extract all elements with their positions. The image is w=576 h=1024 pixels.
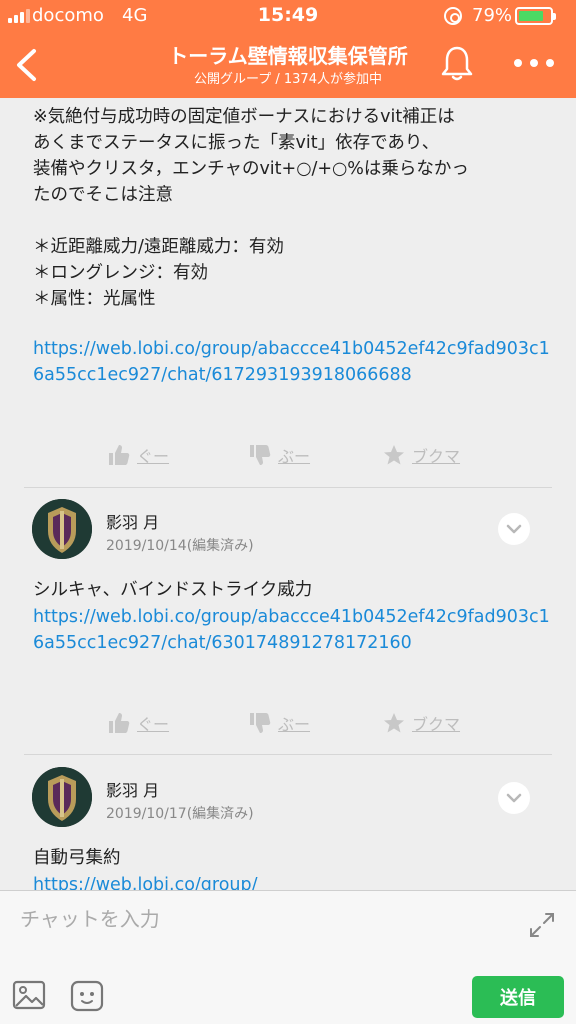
like-button[interactable]: ぐー [107, 708, 169, 738]
message-actions: ぐー ぶー ブクマ [0, 708, 576, 738]
group-title: トーラム壁情報収集保管所 [168, 44, 408, 68]
message-date: 2019/10/14(編集済み) [106, 538, 254, 554]
message-text: 自動弓集約 [33, 848, 121, 868]
message-link[interactable]: https://web.lobi.co/group/abaccce41b0452… [33, 336, 553, 388]
bell-icon[interactable] [440, 44, 474, 82]
bookmark-button[interactable]: ブクマ [382, 440, 460, 470]
message-text: ※気絶付与成功時の固定値ボーナスにおけるvit補正は あくまでステータスに振った… [33, 107, 469, 309]
app-header: docomo 4G 15:49 79% トーラム壁情報収集保管所 公開グループ … [0, 0, 576, 98]
orientation-lock-icon [444, 7, 462, 25]
chat-input-bar: 送信 [0, 890, 576, 1024]
crest-avatar-icon [32, 499, 92, 559]
avatar[interactable] [32, 499, 92, 559]
send-button[interactable]: 送信 [472, 976, 564, 1018]
expand-icon[interactable] [528, 911, 556, 939]
divider [24, 754, 552, 755]
message-link[interactable]: https://web.lobi.co/group/abaccce41b0452… [33, 604, 553, 656]
bookmark-button[interactable]: ブクマ [382, 708, 460, 738]
chevron-down-icon [506, 524, 522, 534]
more-icon[interactable] [514, 56, 554, 70]
divider [24, 487, 552, 488]
thumbs-down-icon [250, 445, 271, 465]
chat-timeline[interactable]: ※気絶付与成功時の固定値ボーナスにおけるvit補正は あくまでステータスに振った… [0, 98, 576, 890]
back-icon[interactable] [12, 48, 42, 82]
image-icon[interactable] [12, 980, 46, 1010]
chevron-down-icon [506, 793, 522, 803]
avatar[interactable] [32, 767, 92, 827]
message-link[interactable]: https://web.lobi.co/group/ [33, 872, 553, 890]
message-menu-button[interactable] [498, 782, 530, 814]
star-icon [384, 445, 404, 465]
message-text: シルキャ、バインドストライク威力 [33, 580, 313, 600]
author-name[interactable]: 影羽 月 [106, 777, 159, 801]
crest-avatar-icon [32, 767, 92, 827]
status-bar: docomo 4G 15:49 79% [0, 0, 576, 32]
dislike-button[interactable]: ぶー [248, 708, 310, 738]
chat-input[interactable] [20, 899, 500, 939]
message-menu-button[interactable] [498, 513, 530, 545]
star-icon [384, 713, 404, 733]
thumbs-up-icon [109, 445, 130, 465]
battery-icon [515, 7, 556, 25]
message-date: 2019/10/17(編集済み) [106, 806, 254, 822]
group-subtitle: 公開グループ / 1374人が参加中 [194, 72, 382, 87]
battery-percent: 79% [472, 5, 513, 26]
like-button[interactable]: ぐー [107, 440, 169, 470]
author-name[interactable]: 影羽 月 [106, 509, 159, 533]
dislike-button[interactable]: ぶー [248, 440, 310, 470]
message-actions: ぐー ぶー ブクマ [0, 440, 576, 470]
sticker-icon[interactable] [70, 980, 104, 1012]
thumbs-down-icon [250, 713, 271, 733]
thumbs-up-icon [109, 713, 130, 733]
